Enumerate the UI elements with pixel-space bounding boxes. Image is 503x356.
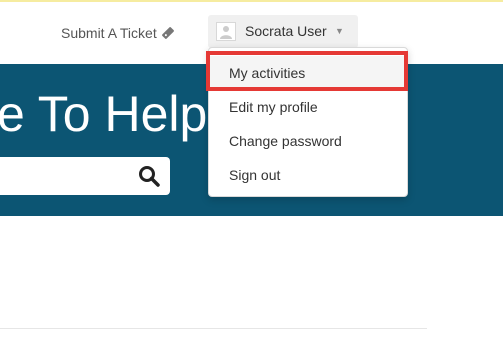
submit-ticket-link[interactable]: Submit A Ticket xyxy=(61,25,175,41)
menu-item-change-password[interactable]: Change password xyxy=(209,124,407,158)
user-name: Socrata User xyxy=(245,23,327,39)
avatar-placeholder-icon xyxy=(216,22,236,41)
menu-item-my-activities[interactable]: My activities xyxy=(209,56,407,90)
hero-title: e To Help xyxy=(0,86,208,142)
ticket-icon xyxy=(161,26,175,40)
menu-item-sign-out[interactable]: Sign out xyxy=(209,158,407,192)
search-icon[interactable] xyxy=(138,165,160,187)
user-menu-button[interactable]: Socrata User ▼ xyxy=(208,15,358,48)
submit-ticket-label: Submit A Ticket xyxy=(61,25,157,41)
user-dropdown-menu: My activities Edit my profile Change pas… xyxy=(208,47,408,197)
menu-item-edit-profile[interactable]: Edit my profile xyxy=(209,90,407,124)
search-input[interactable] xyxy=(0,157,170,195)
chevron-down-icon: ▼ xyxy=(335,26,344,36)
content-divider xyxy=(0,328,427,329)
